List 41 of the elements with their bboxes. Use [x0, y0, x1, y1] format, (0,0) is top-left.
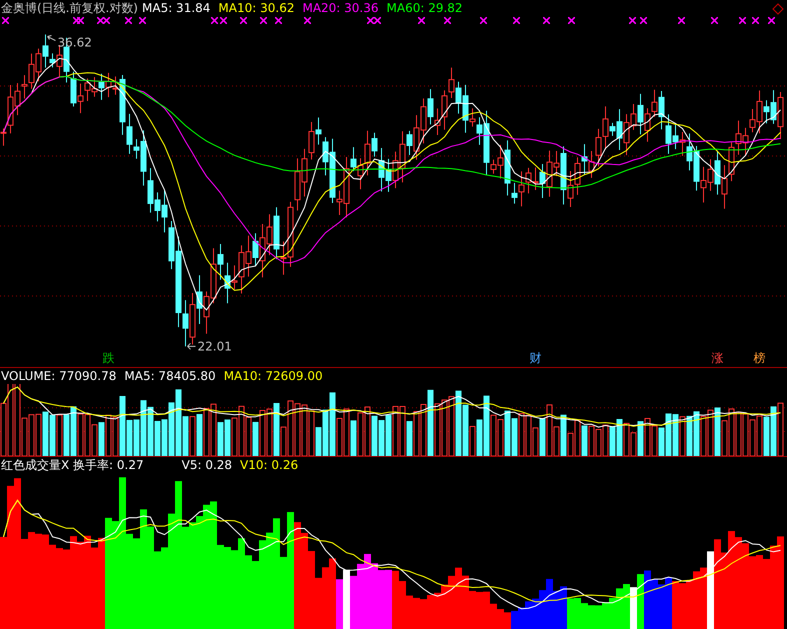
- event-marker: 跌: [102, 351, 114, 365]
- event-marker: 榜: [754, 351, 766, 365]
- cross-mark-icon: [512, 17, 520, 24]
- turnover-legend: 红色成交量X 换手率: 0.27: [1, 457, 144, 473]
- cross-mark-icon: [678, 17, 685, 24]
- cross-mark-icon: [710, 17, 718, 24]
- cross-mark-icon: [739, 17, 746, 24]
- ma-legend: MA60: 29.82: [386, 0, 463, 16]
- ma-legend: MA10: 30.62: [218, 0, 294, 16]
- cross-mark-icon: [125, 17, 132, 24]
- ma-legend: MA20: 30.36: [302, 0, 379, 16]
- cross-mark-icon: [240, 17, 247, 24]
- cross-mark-icon: [543, 17, 550, 24]
- cross-mark-icon: [480, 17, 487, 24]
- leader-line: [187, 342, 196, 350]
- diamond-icon[interactable]: [772, 3, 784, 15]
- event-marker: 财: [530, 351, 542, 365]
- cross-mark-icon: [275, 17, 282, 24]
- cross-mark-icon: [2, 17, 10, 24]
- cross-mark-icon: [211, 17, 218, 24]
- cross-mark-icon: [138, 17, 146, 24]
- cross-mark-icon: [640, 17, 648, 24]
- cross-mark-icon: [304, 17, 311, 24]
- cross-mark-icon: [629, 17, 636, 24]
- cross-mark-icon: [220, 17, 227, 24]
- cross-mark-icon: [444, 17, 452, 24]
- cross-mark-icon: [418, 17, 425, 24]
- volume-legend: MA10: 72609.00: [224, 368, 323, 384]
- cross-mark-icon: [260, 17, 267, 24]
- ma-legend: MA5: 31.84: [142, 0, 210, 16]
- turnover-legend: V10: 0.26: [240, 457, 298, 473]
- stock-title: 金奥博(日线.前复权.对数): [1, 0, 138, 16]
- volume-legend: VOLUME: 77090.78: [1, 368, 116, 384]
- cross-mark-icon: [768, 17, 775, 24]
- cross-mark-icon: [752, 17, 760, 24]
- volume-legend: MA5: 78405.80: [124, 368, 216, 384]
- event-marker: 涨: [712, 351, 724, 365]
- leader-line: [47, 35, 56, 42]
- low-price-label: 22.01: [198, 339, 232, 354]
- turnover-legend: V5: 0.28: [182, 457, 232, 473]
- cross-mark-icon: [568, 17, 575, 24]
